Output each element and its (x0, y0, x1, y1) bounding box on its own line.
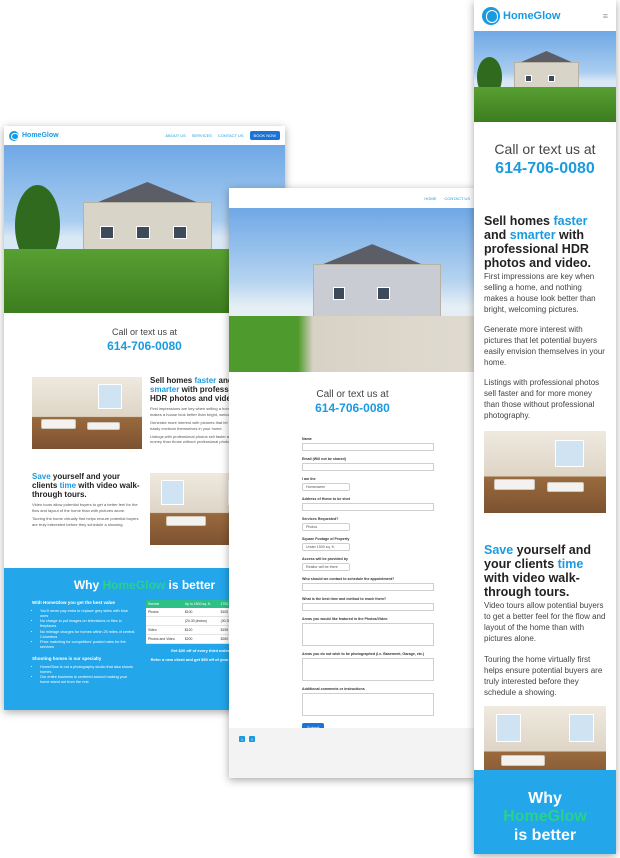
logo-icon (482, 6, 500, 25)
nav-about[interactable]: ABOUT US (165, 133, 185, 138)
save-paragraph-1: Video tours allow potential buyers to ge… (484, 601, 606, 644)
best-value-heading: With HomeGlow you get the best value (32, 600, 115, 605)
living-room-image (484, 431, 606, 514)
call-text: Call or text us at (316, 389, 389, 400)
why-heading-2: is better (513, 826, 577, 844)
nav-contact[interactable]: CONTACT US (218, 133, 244, 138)
living-room-image (32, 377, 142, 449)
access-label: Access will be provided by (302, 557, 348, 561)
list-item: Our entire business is centered around m… (40, 675, 136, 685)
list-item: No mileage charges for homes within 25 m… (40, 630, 136, 640)
contact-input[interactable] (302, 583, 434, 591)
address-input[interactable] (302, 503, 434, 511)
hero-house-image (474, 31, 616, 122)
comments-label: Additional comments or instructions (302, 687, 365, 691)
best-time-label: What is the best time and method to reac… (302, 597, 387, 601)
list-item: No charge to put images on televisions o… (40, 619, 136, 629)
facebook-icon[interactable]: f (249, 736, 255, 742)
twitter-icon[interactable]: t (239, 736, 245, 742)
list-item: Price matching for competitors' posted r… (40, 640, 136, 650)
book-now-button[interactable]: BOOK NOW (249, 131, 280, 140)
contact-page-screenshot: HOME CONTACT US Call or text us at 614-7… (229, 188, 476, 778)
name-label: Name (302, 437, 312, 441)
table-header: Up to 1500 sq. ft. (182, 600, 219, 608)
logo-text: HomeGlow (22, 132, 59, 139)
why-section: Why HomeGlow is better (474, 770, 616, 854)
sqft-select[interactable]: Under 1500 sq. ft. (302, 543, 350, 551)
save-section: Save yourself and your clients time with… (474, 543, 616, 788)
sell-heading: Sell homes faster and smarter with profe… (484, 214, 591, 270)
logo[interactable]: HomeGlow (9, 130, 59, 141)
email-label: Email (Will not be shared) (302, 457, 346, 461)
phone-number[interactable]: 614-706-0080 (474, 160, 616, 178)
sell-paragraph-1: First impressions are key when selling a… (484, 272, 596, 315)
role-select[interactable]: Homeowner (302, 483, 350, 491)
sell-paragraph-2: Generate more interest with pictures tha… (484, 325, 605, 368)
call-section: Call or text us at 614-706-0080 (474, 122, 616, 210)
save-heading: Save yourself and your clients time with… (32, 472, 140, 499)
save-paragraph-1: Video tours allow potential buyers to ge… (32, 502, 138, 513)
call-text: Call or text us at (494, 141, 596, 157)
featured-textarea[interactable] (302, 623, 434, 646)
contact-label: Who should we contact to schedule the ap… (302, 577, 395, 581)
save-paragraph-2: Touring the home virtually first helps e… (32, 516, 139, 527)
nav-home[interactable]: HOME (424, 196, 436, 201)
save-heading: Save yourself and your clients time with… (484, 543, 591, 600)
save-paragraph-2: Touring the home virtually first helps e… (484, 654, 603, 697)
header-nav: HOME CONTACT US (229, 188, 476, 208)
comments-textarea[interactable] (302, 693, 434, 716)
sell-paragraph-3: Listings with professional photos sell f… (484, 378, 600, 421)
header-nav: HomeGlow ABOUT US SERVICES CONTACT US BO… (4, 126, 285, 145)
header-nav: HomeGlow ≡ (474, 0, 616, 31)
call-section: Call or text us at 614-706-0080 (229, 372, 476, 420)
nav-contact[interactable]: CONTACT US (444, 196, 470, 201)
address-label: Address of Home to be shot (302, 497, 350, 501)
best-time-input[interactable] (302, 603, 434, 611)
why-heading-1: Why (528, 790, 562, 807)
name-input[interactable] (302, 443, 434, 451)
table-header: Service (146, 600, 183, 608)
specialty-heading: Shooting homes is our specialty (32, 656, 102, 661)
logo[interactable]: HomeGlow (482, 6, 561, 25)
logo-text: HomeGlow (503, 9, 561, 22)
services-select[interactable]: Photos (302, 523, 350, 531)
hero-house-image (229, 208, 476, 372)
services-label: Services Requested? (302, 517, 339, 521)
excluded-textarea[interactable] (302, 658, 434, 681)
nav-services[interactable]: SERVICES (192, 133, 212, 138)
booking-form: Name Email (Will not be shared) I am the… (229, 420, 476, 734)
list-item: HomeGlow is not a photography studio tha… (40, 665, 136, 675)
sell-section: Sell homes faster and smarter with profe… (474, 214, 616, 514)
excluded-label: Areas you do not wish to be photographed… (302, 652, 425, 656)
access-select[interactable]: Realtor will be there (302, 563, 350, 571)
email-input[interactable] (302, 463, 434, 471)
role-label: I am the (302, 477, 316, 481)
phone-number[interactable]: 614-706-0080 (229, 401, 476, 415)
why-heading-brand: HomeGlow (503, 808, 587, 826)
mobile-screenshot: HomeGlow ≡ Call or text us at 614-706-00… (474, 0, 616, 854)
logo-icon (9, 130, 19, 141)
footer: t f (229, 728, 476, 778)
hamburger-menu-icon[interactable]: ≡ (603, 11, 608, 21)
sqft-label: Square Footage of Property (302, 537, 350, 541)
featured-label: Areas you would like featured in the Pho… (302, 617, 388, 621)
list-item: You'll never pay extra to replace grey s… (40, 609, 136, 619)
